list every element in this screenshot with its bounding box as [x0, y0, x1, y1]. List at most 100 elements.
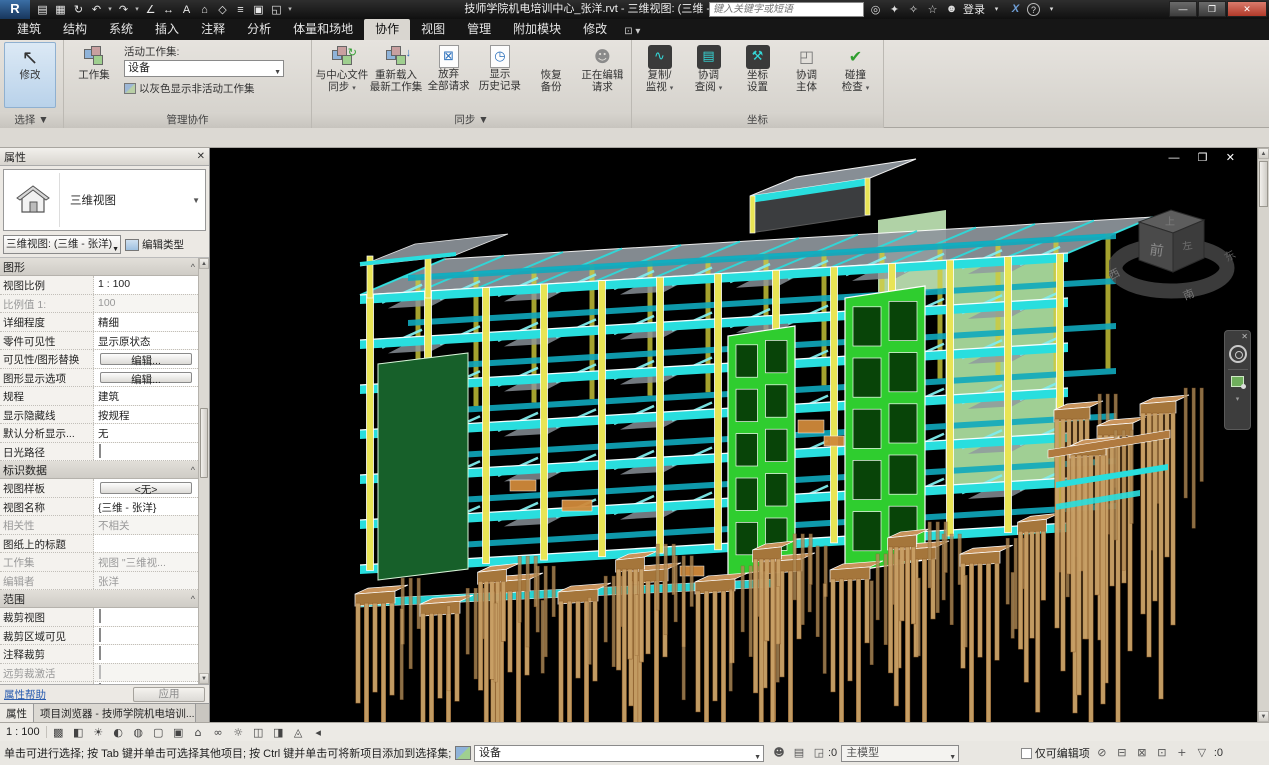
sun-path-icon[interactable]: ☀ [90, 725, 107, 740]
ribbon-tab-9[interactable]: 视图 [410, 19, 456, 40]
canvas-scroll-down-icon[interactable]: ▼ [1258, 711, 1269, 722]
customize-qat-icon[interactable]: ▾ [286, 2, 294, 18]
open-icon[interactable]: ▤ [34, 2, 51, 18]
user-icon[interactable]: ☻ [944, 3, 959, 15]
canvas-scrollbar[interactable]: ▲ ▼ [1257, 148, 1269, 722]
scroll-down-icon[interactable]: ▼ [199, 673, 209, 684]
redo-dropdown-icon[interactable]: ▾ [133, 2, 141, 18]
type-selector-dropdown-icon[interactable]: ▼ [192, 196, 200, 205]
save-icon[interactable]: ▦ [52, 2, 69, 18]
properties-scrollbar[interactable]: ▲ ▼ [198, 258, 209, 684]
scroll-thumb[interactable] [200, 408, 208, 478]
select-underlay-icon[interactable]: ⊟ [1113, 745, 1131, 761]
edit-type-button[interactable]: 编辑类型 [125, 237, 184, 252]
favorites-icon[interactable]: ☆ [925, 3, 940, 16]
property-value[interactable]: 显示原状态 [94, 332, 198, 350]
shadows-icon[interactable]: ◐ [110, 725, 127, 740]
property-value[interactable]: {三维 - 张洋} [94, 498, 198, 516]
section-icon[interactable]: ◇ [214, 2, 231, 18]
collapse-icon[interactable]: ^ [191, 465, 195, 475]
viewcube[interactable]: 前 上 左 西 南 东 [1109, 188, 1239, 318]
visual-style-icon[interactable]: ◧ [70, 725, 87, 740]
editing-requests-icon[interactable]: ☻ [770, 745, 788, 761]
select-panel-label[interactable]: 选择 ▼ [0, 112, 63, 128]
select-pinned-icon[interactable]: ⊠ [1133, 745, 1151, 761]
sync-with-central-button[interactable]: ↻与中心文件同步 ▾ [316, 42, 368, 108]
collapse-icon[interactable]: ◂ [310, 725, 327, 740]
property-value[interactable]: 张洋 [94, 572, 198, 590]
canvas-scroll-up-icon[interactable]: ▲ [1258, 148, 1269, 159]
search-input[interactable] [709, 2, 864, 17]
sync-with-central-icon[interactable]: ↻ [70, 2, 87, 18]
collapse-icon[interactable]: ^ [191, 262, 195, 272]
view-instance-dropdown[interactable]: 三维视图: (三维 - 张洋)▼ [3, 235, 121, 254]
sign-in-dropdown-icon[interactable]: ▾ [989, 5, 1004, 13]
help-icon[interactable]: ? [1027, 3, 1040, 16]
property-value[interactable]: 视图 "三维视... [94, 553, 198, 571]
ribbon-tab-6[interactable]: 分析 [236, 19, 282, 40]
crop-view-icon[interactable]: ▢ [150, 725, 167, 740]
active-workset-dropdown[interactable]: 设备▼ [124, 60, 284, 77]
steering-wheel-icon[interactable] [1229, 345, 1247, 363]
relinquish-all-button[interactable]: ⊠放弃全部请求 [424, 42, 473, 108]
select-by-face-icon[interactable]: ⊡ [1153, 745, 1171, 761]
modify-button[interactable]: ↖ 修改 [4, 42, 56, 108]
property-checkbox[interactable] [99, 646, 101, 660]
undo-dropdown-icon[interactable]: ▾ [106, 2, 114, 18]
restore-backup-button[interactable]: 恢复备份 [527, 42, 576, 108]
temporary-view-properties-icon[interactable]: ◨ [270, 725, 287, 740]
close-button[interactable]: ✕ [1227, 1, 1267, 17]
text-icon[interactable]: A [178, 2, 195, 18]
restore-button[interactable]: ❐ [1198, 1, 1226, 17]
ribbon-tab-3[interactable]: 系统 [98, 19, 144, 40]
ribbon-tab-8[interactable]: 协作 [364, 19, 410, 40]
property-value[interactable]: 建筑 [94, 387, 198, 405]
property-value[interactable]: 100 [94, 295, 198, 313]
coordination-review-button[interactable]: ▤协调查阅 ▾ [685, 42, 732, 108]
property-checkbox[interactable] [99, 628, 101, 642]
ribbon-tab-7[interactable]: 体量和场地 [282, 19, 364, 40]
editing-requests-button[interactable]: ☻正在编辑请求 [578, 42, 627, 108]
worksharing-display-icon[interactable]: ◫ [250, 725, 267, 740]
view-window-buttons[interactable]: — ❐ ✕ [1169, 151, 1243, 164]
property-edit-button[interactable]: 编辑... [100, 372, 192, 384]
interference-check-button[interactable]: ✔碰撞检查 ▾ [832, 42, 879, 108]
navbar-dropdown-icon[interactable]: ▾ [1236, 395, 1240, 403]
undo-icon[interactable]: ↶ [88, 2, 105, 18]
filter-icon[interactable]: ▽ [1193, 745, 1211, 761]
structural-model[interactable] [210, 148, 1257, 722]
worksets-button[interactable]: 工作集 [68, 42, 120, 108]
navigation-bar[interactable]: ✕ ▾ [1224, 330, 1251, 430]
type-selector[interactable]: 三维视图 ▼ [3, 169, 206, 231]
crop-region-icon[interactable]: ▣ [170, 725, 187, 740]
help-dropdown-icon[interactable]: ▾ [1044, 5, 1059, 13]
section-header-1[interactable]: 图形^ [0, 258, 198, 276]
synchronize-panel-label[interactable]: 同步 ▼ [312, 112, 631, 128]
collapse-icon[interactable]: ^ [191, 594, 195, 604]
thin-lines-icon[interactable]: ≡ [232, 2, 249, 18]
property-checkbox[interactable] [99, 444, 101, 458]
property-checkbox[interactable] [99, 683, 101, 684]
analytical-model-icon[interactable]: ◬ [290, 725, 307, 740]
property-value[interactable]: 精细 [94, 313, 198, 331]
communication-center-icon[interactable]: ✧ [906, 3, 921, 16]
subscription-icon[interactable]: ✦ [887, 3, 902, 16]
ribbon-tab-5[interactable]: 注释 [190, 19, 236, 40]
property-edit-button[interactable]: <无> [100, 482, 192, 494]
navbar-close-icon[interactable]: ✕ [1241, 333, 1248, 341]
unlocked-3d-view-icon[interactable]: ⌂ [190, 725, 207, 740]
reload-latest-button[interactable]: ↓重新载入最新工作集 [370, 42, 422, 108]
ribbon-display-toggle[interactable]: ⊡ ▾ [618, 23, 646, 40]
gray-inactive-worksets-button[interactable]: 以灰色显示非活动工作集 [124, 81, 284, 96]
worksharing-display-settings-icon[interactable]: ▤ [790, 745, 808, 761]
property-value[interactable]: 无 [94, 424, 198, 442]
zoom-icon[interactable] [1231, 376, 1244, 387]
property-value[interactable]: 按规程 [94, 406, 198, 424]
redo-icon[interactable]: ↷ [115, 2, 132, 18]
rendering-dialog-icon[interactable]: ◍ [130, 725, 147, 740]
properties-help-link[interactable]: 属性帮助 [4, 687, 46, 702]
detail-level-icon[interactable]: ▩ [50, 725, 67, 740]
show-history-button[interactable]: ◷显示历史记录 [475, 42, 524, 108]
property-checkbox[interactable] [99, 609, 101, 623]
sign-in-button[interactable]: 登录 [963, 1, 985, 17]
